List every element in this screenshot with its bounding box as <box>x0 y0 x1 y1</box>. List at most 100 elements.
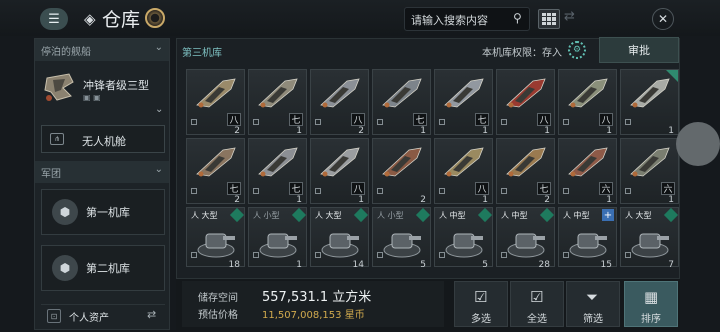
select-checkbox[interactable] <box>377 188 383 194</box>
tier-badge: 八 <box>599 113 613 126</box>
hangar-1-item[interactable]: ⬢ 第一机库 <box>41 189 165 235</box>
ship-item-cell[interactable]: 八1 <box>496 69 555 136</box>
menu-button[interactable]: ☰ <box>40 8 68 30</box>
swap-view-icon[interactable]: ⇄ <box>564 9 575 24</box>
item-count: 2 <box>234 126 240 136</box>
switch-icon[interactable]: ⇄ <box>147 308 156 321</box>
permission-text: 本机库权限：存入 <box>482 44 562 59</box>
ship-icon <box>382 147 422 177</box>
close-button[interactable]: ✕ <box>652 8 674 30</box>
currency-coin-icon[interactable] <box>145 8 165 28</box>
select-checkbox[interactable] <box>253 119 259 125</box>
select-checkbox[interactable] <box>563 119 569 125</box>
filter-button[interactable]: ⏷ 筛选 <box>566 281 620 327</box>
select-checkbox[interactable] <box>191 119 197 125</box>
space-label: 储存空间 <box>198 293 238 304</box>
item-count: 2 <box>358 126 364 136</box>
ship-tags: ▣ ▣ <box>83 93 101 102</box>
select-checkbox[interactable] <box>625 188 631 194</box>
sort-button[interactable]: ▦ 排序 <box>624 281 678 327</box>
ship-card[interactable]: 冲锋者级三型 ▣ ▣ ⌄ <box>41 68 163 122</box>
ship-icon <box>44 73 74 101</box>
gear-icon[interactable]: ⚙ <box>568 41 586 59</box>
select-checkbox[interactable] <box>253 252 259 258</box>
select-all-button[interactable]: ☑ 全选 <box>510 281 564 327</box>
select-checkbox[interactable] <box>377 252 383 258</box>
ship-icon <box>258 78 298 108</box>
select-checkbox[interactable] <box>563 188 569 194</box>
item-count: 1 <box>668 126 674 136</box>
ship-item-cell[interactable]: 七1 <box>372 69 431 136</box>
ship-item-cell[interactable]: 六1 <box>558 138 617 205</box>
item-count: 2 <box>544 195 550 205</box>
hangar-2-item[interactable]: ⬢ 第二机库 <box>41 245 165 291</box>
ship-item-cell[interactable]: 六1 <box>620 138 679 205</box>
item-count: 28 <box>538 260 550 270</box>
ship-item-cell[interactable]: 八1 <box>310 138 369 205</box>
select-checkbox[interactable] <box>501 252 507 258</box>
item-count: 1 <box>482 126 488 136</box>
multi-select-button[interactable]: ☑ 多选 <box>454 281 508 327</box>
item-count: 2 <box>234 195 240 205</box>
ship-item-cell[interactable]: 七2 <box>186 138 245 205</box>
module-item-cell[interactable]: 人 小型 1 <box>248 207 307 270</box>
drone-bay-item[interactable]: ⋔ 无人机舱 <box>41 125 165 153</box>
docked-ships-header[interactable]: 停泊的舰船 ⌄ <box>35 39 169 61</box>
search-input[interactable]: 请输入搜索内容 <box>404 7 530 31</box>
ship-icon <box>444 78 484 108</box>
module-item-cell[interactable]: 人 小型 5 <box>372 207 431 270</box>
ship-item-cell[interactable]: 七2 <box>496 138 555 205</box>
personal-assets-item[interactable]: ⊡ 个人资产 ⇄ <box>41 304 165 326</box>
ship-icon <box>568 147 608 177</box>
select-checkbox[interactable] <box>625 252 631 258</box>
module-item-cell[interactable]: 人 中型 5 <box>434 207 493 270</box>
module-icon <box>197 233 235 258</box>
select-checkbox[interactable] <box>501 188 507 194</box>
select-checkbox[interactable] <box>315 119 321 125</box>
ship-item-cell[interactable]: 2 <box>372 138 431 205</box>
select-checkbox[interactable] <box>315 188 321 194</box>
tier-badge: 八 <box>351 182 365 195</box>
select-checkbox[interactable] <box>563 252 569 258</box>
ship-item-cell[interactable]: 七1 <box>434 69 493 136</box>
select-checkbox[interactable] <box>439 188 445 194</box>
item-count: 1 <box>420 126 426 136</box>
select-checkbox[interactable] <box>625 119 631 125</box>
module-item-cell[interactable]: 人 中型 28 <box>496 207 555 270</box>
module-icon <box>445 233 483 258</box>
chevron-down-icon[interactable]: ⌄ <box>155 104 163 115</box>
select-checkbox[interactable] <box>315 252 321 258</box>
select-checkbox[interactable] <box>439 252 445 258</box>
ship-item-cell[interactable]: 八2 <box>186 69 245 136</box>
module-item-cell[interactable]: 人 大型 14 <box>310 207 369 270</box>
item-count: 18 <box>228 260 240 270</box>
module-item-cell[interactable]: 人 大型 18 <box>186 207 245 270</box>
module-icon <box>321 233 359 258</box>
tier-badge: 七 <box>227 182 241 195</box>
grid-view-button[interactable] <box>538 9 560 29</box>
approve-button[interactable]: 审批 <box>599 37 679 63</box>
search-icon[interactable]: ⚲ <box>513 11 522 25</box>
ship-item-cell[interactable]: 八2 <box>310 69 369 136</box>
ship-item-cell[interactable]: 1 <box>620 69 679 136</box>
hangar-cube-icon: ⬢ <box>52 199 78 225</box>
chevron-down-icon: ⌄ <box>154 164 163 175</box>
ship-item-cell[interactable]: 七1 <box>248 138 307 205</box>
price-label: 预估价格 <box>198 310 238 321</box>
module-item-cell[interactable]: 人 大型 7 <box>620 207 679 270</box>
select-checkbox[interactable] <box>253 188 259 194</box>
legion-header[interactable]: 军团 ⌄ <box>35 161 169 183</box>
item-count: 1 <box>296 195 302 205</box>
module-item-cell[interactable]: 人 中型 +15 <box>558 207 617 270</box>
item-count: 7 <box>668 260 674 270</box>
ship-item-cell[interactable]: 八1 <box>558 69 617 136</box>
select-checkbox[interactable] <box>501 119 507 125</box>
select-checkbox[interactable] <box>191 188 197 194</box>
floating-button[interactable] <box>676 122 720 166</box>
ship-item-cell[interactable]: 七1 <box>248 69 307 136</box>
ship-item-cell[interactable]: 八1 <box>434 138 493 205</box>
select-checkbox[interactable] <box>191 252 197 258</box>
select-checkbox[interactable] <box>439 119 445 125</box>
select-checkbox[interactable] <box>377 119 383 125</box>
item-count: 1 <box>606 195 612 205</box>
